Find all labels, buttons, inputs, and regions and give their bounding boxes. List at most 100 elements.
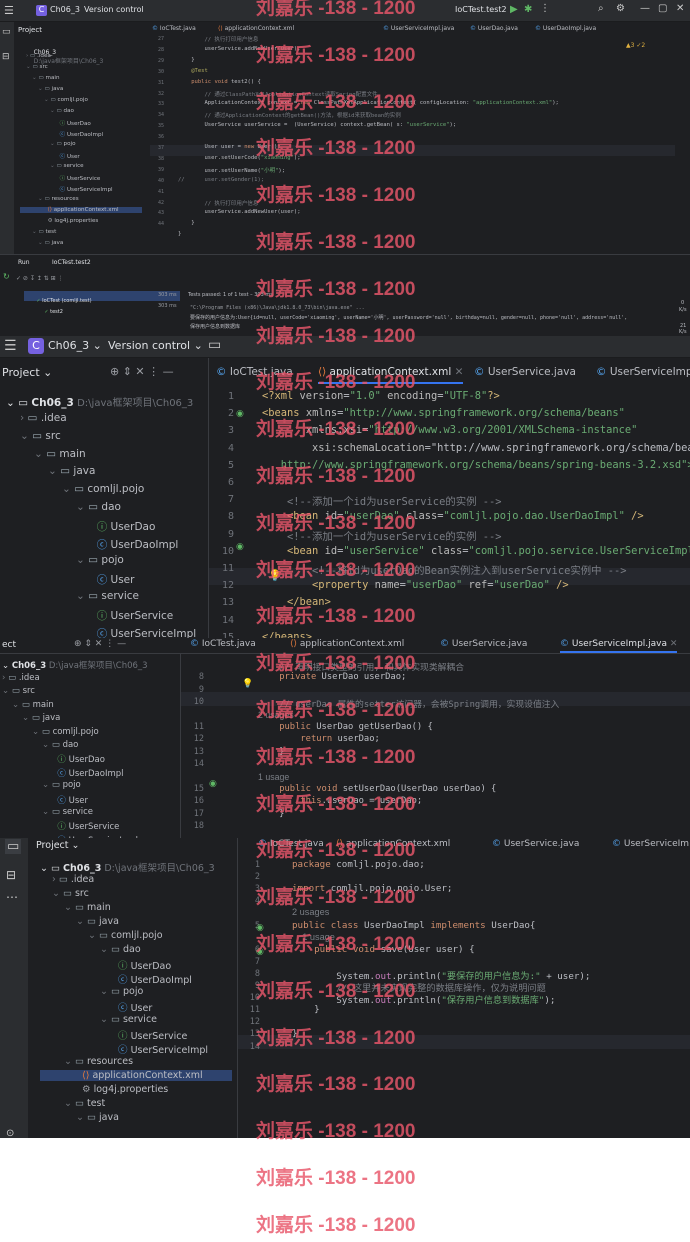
menu-icon[interactable]: ☰	[4, 4, 14, 17]
run-panel-label[interactable]: Run	[18, 259, 30, 266]
tree-item-comljl-pojo[interactable]: ⌄ ▭ comljl.pojo	[20, 97, 88, 103]
chevron-icon[interactable]: ⌄	[52, 888, 63, 899]
folder-icon[interactable]: ▭	[208, 337, 221, 353]
chevron-icon[interactable]: ⌄	[34, 448, 46, 460]
chevron-icon[interactable]: ⌄	[32, 727, 42, 737]
tree-item-main[interactable]: ⌄ ▭ main	[40, 902, 111, 913]
project-toolbar[interactable]: ⊕ ⇕ ✕ ⋮ —	[110, 365, 174, 378]
tab-userserviceimpl-java[interactable]: © UserServiceImpl.java	[596, 366, 690, 382]
tree-item-resources[interactable]: ⌄ ▭ resources	[20, 196, 79, 202]
tree-item-dao[interactable]: ⌄ ▭ dao	[40, 944, 141, 955]
tree-item-userdao[interactable]: ⓘ UserDao	[40, 958, 171, 972]
tree-item-src[interactable]: ⌄ ▭ src	[6, 430, 61, 442]
tree-item-service[interactable]: ⌄ ▭ service	[6, 590, 139, 602]
run-icon[interactable]: ▶	[510, 4, 518, 15]
close-tab-icon[interactable]: ✕	[667, 639, 678, 649]
tree-item-test[interactable]: ⌄ ▭ test	[40, 1098, 105, 1109]
tree-item-userservice[interactable]: ⓘ UserService	[40, 1028, 187, 1042]
chevron-icon[interactable]: ⌄	[100, 986, 111, 997]
tree-item-comljl-pojo[interactable]: ⌄ ▭ comljl.pojo	[40, 930, 163, 941]
chevron-icon[interactable]: ⌄	[88, 930, 99, 941]
chevron-icon[interactable]: ⌄	[76, 554, 88, 566]
inspections-widget[interactable]: ▲3 ✓2	[626, 42, 645, 49]
structure-tool-icon[interactable]: ⊟	[2, 52, 10, 62]
chevron-icon[interactable]: ⌄	[76, 590, 88, 602]
tree-item-userdao[interactable]: ⓘ UserDao	[6, 519, 156, 534]
tree-item--idea[interactable]: › ▭ .idea	[6, 412, 67, 424]
chevron-icon[interactable]: ⌄	[64, 1056, 75, 1067]
chevron-icon[interactable]: ⌄	[20, 430, 32, 442]
chevron-icon[interactable]: ⌄	[100, 1014, 111, 1025]
tree-item-pojo[interactable]: ⌄ ▭ pojo	[2, 780, 81, 790]
tree-item-main[interactable]: ⌄ ▭ main	[6, 448, 86, 460]
search-icon[interactable]: ⌕	[598, 3, 604, 14]
bean-gutter-icon[interactable]: ◉	[209, 779, 217, 789]
tree-item-log4j-properties[interactable]: ⚙ log4j.properties	[40, 1084, 168, 1095]
project-root[interactable]: ⌄ ▭ Ch06_3 D:\java框架项目\Ch06_3	[40, 860, 215, 874]
tab-userserviceim[interactable]: © UserServiceIm	[612, 839, 689, 851]
tree-item-service[interactable]: ⌄ ▭ service	[20, 163, 84, 169]
version-control-menu[interactable]: Version control	[84, 5, 144, 14]
folder-tool-icon[interactable]: ▭	[2, 27, 11, 37]
tree-item-userserviceimpl[interactable]: ⓒ UserServiceImpl	[20, 185, 113, 193]
run-config-selector[interactable]: IoCTest.test2	[455, 5, 507, 14]
maximize-icon[interactable]: ▢	[658, 3, 667, 14]
tree-item-comljl-pojo[interactable]: ⌄ ▭ comljl.pojo	[6, 483, 144, 495]
more-tools-icon[interactable]: ⋯	[6, 890, 18, 904]
tree-item-pojo[interactable]: ⌄ ▭ pojo	[40, 986, 143, 997]
tab-userserviceimpl-java[interactable]: © UserServiceImpl.java ✕	[560, 639, 678, 653]
tree-item-java[interactable]: ⌄ ▭ java	[40, 916, 119, 927]
close-tab-icon[interactable]: ✕	[451, 366, 464, 378]
project-root[interactable]: ⌄ ▭ Ch06_3 D:\java框架项目\Ch06_3	[6, 394, 193, 409]
tree-item-user[interactable]: ⓒ User	[6, 572, 135, 587]
project-panel-title[interactable]: Project ⌄	[36, 840, 80, 851]
tree-item-applicationcontext-xml[interactable]: ⟨⟩ applicationContext.xml	[40, 1070, 232, 1081]
tree-item-src[interactable]: ⌄ ▭ src	[20, 64, 48, 70]
tree-item-comljl-pojo[interactable]: ⌄ ▭ comljl.pojo	[2, 727, 99, 737]
project-panel-title[interactable]: ect	[2, 640, 16, 650]
bean-gutter-icon[interactable]: ◉	[236, 409, 244, 419]
chevron-icon[interactable]: ⌄	[76, 501, 88, 513]
chevron-icon[interactable]: ⌄	[62, 483, 74, 495]
bean-gutter-icon[interactable]: ◉	[236, 542, 244, 552]
chevron-icon[interactable]: ⌄	[48, 465, 60, 477]
minimize-icon[interactable]: —	[640, 3, 650, 14]
tree-item-user[interactable]: ⓒ User	[20, 152, 80, 160]
chevron-icon[interactable]: ⌄	[100, 944, 111, 955]
tree-item-java[interactable]: ⌄ ▭ java	[6, 465, 95, 477]
tree-item-java[interactable]: ⌄ ▭ java	[2, 713, 60, 723]
project-panel-title[interactable]: Project ⌄	[2, 366, 52, 379]
tab-userdao-java[interactable]: © UserDao.java	[470, 25, 518, 35]
tab-ioctest-java[interactable]: © IoCTest.java	[190, 639, 256, 651]
folder-tool-icon[interactable]: ▭	[5, 839, 22, 854]
chevron-icon[interactable]: ⌄	[12, 700, 22, 710]
tree-item-pojo[interactable]: ⌄ ▭ pojo	[6, 554, 124, 566]
tree-item-userserviceimpl[interactable]: ⓒ UserServiceImpl	[6, 626, 197, 638]
chevron-icon[interactable]	[90, 539, 97, 551]
settings-icon[interactable]: ⚙	[616, 3, 625, 14]
chevron-icon[interactable]	[90, 574, 97, 586]
tree-item-dao[interactable]: ⌄ ▭ dao	[20, 108, 74, 114]
tree-item-log4j-properties[interactable]: ⚙ log4j.properties	[20, 218, 99, 224]
menu-icon[interactable]: ☰	[4, 338, 17, 354]
chevron-icon[interactable]: ⌄	[42, 780, 52, 790]
tree-item-userdao[interactable]: ⓘ UserDao	[20, 119, 91, 127]
tree-item-user[interactable]: ⓒ User	[40, 1000, 152, 1014]
chevron-icon[interactable]: ⌄	[42, 807, 52, 817]
tab-userservice-java[interactable]: © UserService.java	[474, 366, 576, 382]
tree-item-userdaoimpl[interactable]: ⓒ UserDaoImpl	[40, 972, 192, 986]
intention-bulb-icon[interactable]: 💡	[242, 679, 253, 689]
tab-applicationcontext-xml[interactable]: ⟨⟩ applicationContext.xml	[218, 25, 294, 35]
project-switcher[interactable]: Ch06_3	[50, 5, 80, 14]
chevron-icon[interactable]: ⌄	[76, 1112, 87, 1123]
tree-item-java[interactable]: ⌄ ▭ java	[40, 1112, 119, 1123]
tab-userservice-java[interactable]: © UserService.java	[440, 639, 527, 651]
run-tab[interactable]: IoCTest.test2	[52, 259, 91, 266]
tree-item--idea[interactable]: › ▭ .idea	[20, 53, 51, 59]
tab-userserviceimpl-java[interactable]: © UserServiceImpl.java	[383, 25, 454, 35]
debug-icon[interactable]: ✱	[524, 4, 532, 15]
tree-item-userdaoimpl[interactable]: ⓒ UserDaoImpl	[20, 130, 104, 138]
tree-item-dao[interactable]: ⌄ ▭ dao	[2, 740, 78, 750]
tree-item-applicationcontext-xml[interactable]: ⟨⟩ applicationContext.xml	[20, 207, 142, 213]
chevron-icon[interactable]: ⌄	[64, 902, 75, 913]
